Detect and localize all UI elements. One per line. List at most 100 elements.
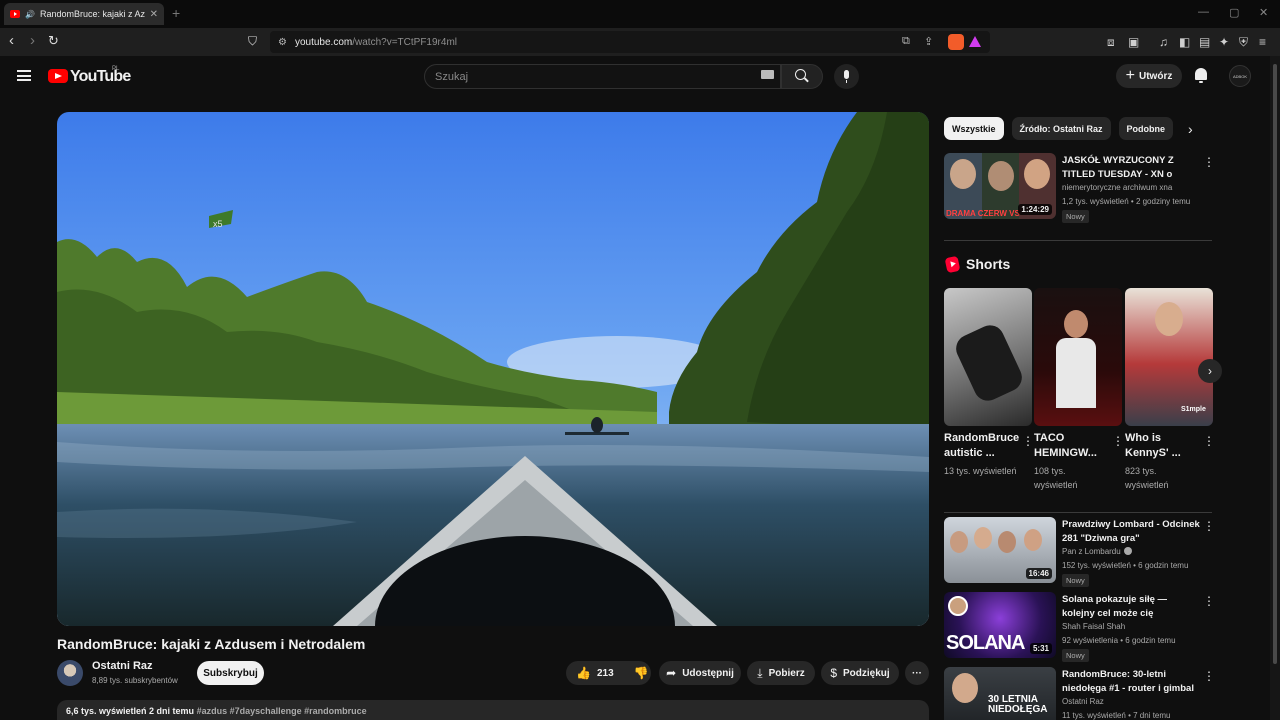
keyboard-icon[interactable] bbox=[761, 70, 774, 79]
voice-search-icon[interactable] bbox=[834, 64, 859, 89]
channel-name-row[interactable]: Pan z Lombardu bbox=[1062, 547, 1132, 556]
channel-name[interactable]: Ostatni Raz bbox=[1062, 697, 1104, 706]
thumbs-up-icon[interactable]: 👍 bbox=[576, 666, 591, 680]
recommended-video[interactable]: DRAMA CZERW VS 1:24:29 JASKÓŁ WYRZUCONY … bbox=[944, 153, 1215, 223]
short-title[interactable]: Who is KennyS' ... bbox=[1125, 431, 1201, 461]
subscribe-button[interactable]: Subskrybuj bbox=[197, 661, 264, 685]
thanks-button[interactable]: $ Podziękuj bbox=[821, 661, 899, 685]
recommended-video[interactable]: 16:46 Prawdziwy Lombard - Odcinek 281 "D… bbox=[944, 517, 1215, 587]
brave-rewards-icon[interactable] bbox=[969, 36, 981, 47]
video-title[interactable]: Solana pokazuje siłę — kolejny cel może … bbox=[1062, 593, 1202, 621]
video-options-icon[interactable]: ⋮ bbox=[1203, 594, 1215, 608]
bookmark-icon[interactable]: ⛉ bbox=[248, 33, 257, 49]
like-count[interactable]: 213 bbox=[597, 668, 614, 679]
close-window-button[interactable]: ✕ bbox=[1259, 6, 1268, 19]
browser-tab-active[interactable]: 🔊 RandomBruce: kajaki z Azdusem i Ne ✕ bbox=[4, 3, 164, 25]
notifications-bell-icon[interactable] bbox=[1195, 68, 1207, 83]
video-title[interactable]: JASKÓŁ WYRZUCONY Z TITLED TUESDAY - XN o… bbox=[1062, 154, 1202, 182]
sidebar-icon[interactable]: ◧ bbox=[1179, 35, 1190, 49]
guide-menu-icon[interactable] bbox=[17, 70, 31, 81]
back-icon[interactable]: ‹ bbox=[9, 33, 14, 49]
description-box[interactable]: 6,6 tys. wyświetleń 2 dni temu #azdus #7… bbox=[57, 700, 929, 720]
short-options-icon[interactable]: ⋮ bbox=[1203, 434, 1215, 448]
recommended-video[interactable]: SOLANA 5:31 Solana pokazuje siłę — kolej… bbox=[944, 592, 1215, 662]
wallet-icon[interactable]: ▤ bbox=[1199, 35, 1210, 49]
video-meta: 152 tys. wyświetleń • 6 godzin temu bbox=[1062, 561, 1189, 570]
short-title[interactable]: RandomBruce autistic ... bbox=[944, 431, 1020, 461]
audio-playing-icon[interactable]: 🔊 bbox=[25, 10, 35, 19]
media-icon[interactable]: ♫ bbox=[1159, 35, 1168, 49]
video-player[interactable]: x5 bbox=[57, 112, 929, 626]
tab-close-icon[interactable]: ✕ bbox=[150, 9, 158, 20]
chip-related[interactable]: Podobne bbox=[1118, 117, 1174, 140]
vpn-icon[interactable]: ⛨ bbox=[1239, 35, 1248, 50]
leo-ai-icon[interactable]: ✦ bbox=[1219, 35, 1229, 49]
video-thumbnail[interactable]: 16:46 bbox=[944, 517, 1056, 583]
youtube-logo-text[interactable]: YouTube bbox=[70, 68, 131, 86]
url-path: /watch?v=TCtPF19r4ml bbox=[352, 36, 457, 48]
short-thumbnail[interactable] bbox=[1034, 288, 1122, 426]
chip-all[interactable]: Wszystkie bbox=[944, 117, 1004, 140]
thumb-face bbox=[948, 596, 968, 616]
short-options-icon[interactable]: ⋮ bbox=[1022, 434, 1034, 448]
search-icon[interactable] bbox=[795, 69, 806, 80]
channel-name[interactable]: Shah Faisal Shah bbox=[1062, 622, 1125, 631]
channel-avatar[interactable] bbox=[57, 660, 83, 686]
account-avatar[interactable]: ADBOK bbox=[1229, 65, 1251, 87]
search-input[interactable]: Szukaj bbox=[424, 64, 781, 89]
thumb-face bbox=[1064, 310, 1088, 338]
hashtags[interactable]: #azdus #7dayschallenge #randombruce bbox=[197, 706, 367, 716]
video-thumbnail[interactable]: SOLANA 5:31 bbox=[944, 592, 1056, 658]
short-title[interactable]: TACO HEMINGW... bbox=[1034, 431, 1110, 461]
channel-name[interactable]: niemerytoryczne archiwum xna bbox=[1062, 183, 1172, 192]
site-settings-icon[interactable]: ⚙ bbox=[278, 37, 287, 48]
video-options-icon[interactable]: ⋮ bbox=[1203, 155, 1215, 169]
forward-icon[interactable]: › bbox=[30, 33, 35, 49]
share-arrow-icon: ➦ bbox=[666, 666, 677, 680]
chips-next-chevron-icon[interactable]: › bbox=[1188, 121, 1193, 137]
video-options-icon[interactable]: ⋮ bbox=[1203, 519, 1215, 533]
channel-name[interactable]: Pan z Lombardu bbox=[1062, 547, 1121, 556]
share-button[interactable]: ➦ Udostępnij bbox=[659, 661, 741, 685]
maximize-window-button[interactable]: ▢ bbox=[1229, 6, 1239, 19]
chip-from-channel[interactable]: Źródło: Ostatni Raz bbox=[1011, 117, 1111, 140]
speed-overlay: x5 bbox=[213, 219, 223, 229]
short-item[interactable]: TACO HEMINGW... 108 tys. wyświetleń ⋮ bbox=[1034, 288, 1124, 490]
create-button[interactable]: + Utwórz bbox=[1116, 64, 1182, 88]
minimize-window-button[interactable]: — bbox=[1198, 6, 1209, 18]
url-host: youtube.com bbox=[294, 36, 353, 48]
short-item[interactable]: RandomBruce autistic ... 13 tys. wyświet… bbox=[944, 288, 1034, 476]
short-thumbnail[interactable] bbox=[944, 288, 1032, 426]
thanks-label: Podziękuj bbox=[843, 667, 890, 679]
scrollbar-thumb[interactable] bbox=[1273, 64, 1277, 664]
tab-manager-icon[interactable]: ▣ bbox=[1128, 35, 1139, 49]
shorts-next-chevron-icon[interactable]: › bbox=[1198, 359, 1222, 383]
short-options-icon[interactable]: ⋮ bbox=[1112, 434, 1124, 448]
short-thumbnail[interactable]: S1mple bbox=[1125, 288, 1213, 426]
more-actions-button[interactable]: ··· bbox=[905, 661, 929, 685]
video-title[interactable]: Prawdziwy Lombard - Odcinek 281 "Dziwna … bbox=[1062, 518, 1202, 546]
menu-icon[interactable]: ≡ bbox=[1259, 35, 1266, 49]
share-icon[interactable]: ⇪ bbox=[924, 35, 933, 48]
youtube-logo-icon[interactable] bbox=[48, 69, 68, 83]
channel-name[interactable]: Ostatni Raz bbox=[92, 660, 153, 672]
short-item[interactable]: S1mple Who is KennyS' ... 823 tys. wyświ… bbox=[1125, 288, 1215, 490]
reload-icon[interactable]: ↻ bbox=[48, 33, 59, 49]
thumb-caption: DRAMA CZERW VS bbox=[946, 209, 1020, 218]
thumb-face bbox=[974, 527, 992, 549]
extensions-icon[interactable]: ⧈ bbox=[1107, 35, 1115, 50]
video-thumbnail[interactable]: DRAMA CZERW VS 1:24:29 bbox=[944, 153, 1056, 219]
video-options-icon[interactable]: ⋮ bbox=[1203, 669, 1215, 683]
section-divider bbox=[944, 240, 1212, 241]
open-in-app-icon[interactable]: ⧉ bbox=[902, 35, 910, 48]
video-thumbnail[interactable]: 30 LETNIA NIEDOŁĘGA bbox=[944, 667, 1056, 720]
video-meta: 92 wyświetlenia • 6 godzin temu bbox=[1062, 636, 1176, 645]
thumbs-down-icon[interactable]: 👎 bbox=[634, 666, 649, 680]
video-title[interactable]: RandomBruce: 30-letni niedołęga #1 - rou… bbox=[1062, 668, 1202, 696]
page-scrollbar[interactable] bbox=[1270, 56, 1280, 720]
recommended-video[interactable]: 30 LETNIA NIEDOŁĘGA RandomBruce: 30-letn… bbox=[944, 667, 1215, 720]
download-button[interactable]: ⤓ Pobierz bbox=[747, 661, 815, 685]
address-bar[interactable]: ⚙ youtube.com/watch?v=TCtPF19r4ml bbox=[270, 31, 990, 53]
brave-shields-icon[interactable] bbox=[948, 34, 964, 50]
new-tab-button[interactable]: + bbox=[172, 5, 180, 21]
